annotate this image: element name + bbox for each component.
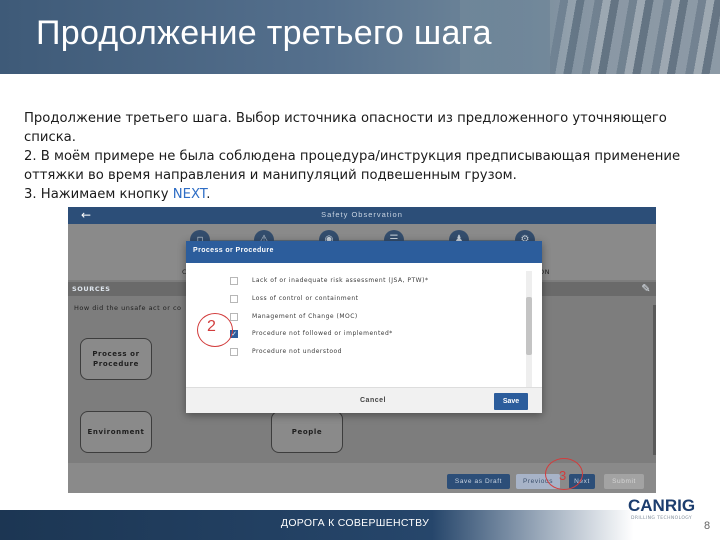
canrig-logo: CANRIG DRILLING TECHNOLOGY [628,496,698,526]
logo-tagline: DRILLING TECHNOLOGY [631,516,693,521]
option-label: Lack of or inadequate risk assessment (J… [252,277,429,284]
sources-question: How did the unsafe act or co [74,304,182,312]
save-as-draft-button[interactable]: Save as Draft [447,474,510,489]
option-label: Management of Change (MOC) [252,313,358,320]
slide-header: Продолжение третьего шага [0,0,720,74]
sources-label: SOURCES [72,285,111,293]
category-environment[interactable]: Environment [80,411,152,453]
next-keyword: NEXT [172,187,207,202]
category-people-label: People [291,428,323,436]
option-row[interactable]: Lack of or inadequate risk assessment (J… [230,276,520,288]
option-row[interactable]: Procedure not understood [230,347,520,359]
body-line-2: списка. [24,130,76,145]
page-number: 8 [704,520,711,532]
cancel-button[interactable]: Cancel [360,397,386,404]
checkbox[interactable] [230,313,238,321]
option-row[interactable]: Loss of control or containment [230,294,520,306]
category-process-or-procedure[interactable]: Process or Procedure [80,338,152,380]
option-label: Procedure not understood [252,348,342,355]
category-people[interactable]: People [271,411,343,453]
modal-title: Process or Procedure [193,247,274,254]
modal-scrollbar-thumb[interactable] [526,297,532,355]
option-row[interactable]: Management of Change (MOC) [230,312,520,324]
page-scrollbar[interactable] [653,305,656,455]
annotation-number-3: 3 [559,468,567,483]
option-label: Procedure not followed or implemented* [252,330,393,337]
checkbox[interactable] [230,348,238,356]
body-line-1: Продолжение третьего шага. Выбор источни… [24,111,667,126]
modal-footer: Cancel Save [186,387,542,413]
footer-slogan: ДОРОГА К СОВЕРШЕНСТВУ [280,517,430,529]
edit-icon[interactable]: ✎ [639,282,653,296]
modal-header: Process or Procedure [186,241,542,263]
checkbox[interactable] [230,277,238,285]
category-process-label: Process or Procedure [92,350,140,368]
slide-title: Продолжение третьего шага [36,14,492,52]
option-row[interactable]: ✓ Procedure not followed or implemented* [230,329,520,341]
body-line-3: 2. В моём примере не была соблюдена проц… [24,149,681,164]
app-title: Safety Observation [321,210,403,219]
annotation-number-2: 2 [207,318,216,335]
app-titlebar: ← Safety Observation [68,207,656,224]
body-line-5-prefix: 3. Нажимаем кнопку [24,187,173,202]
body-line-4: оттяжки во время направления и манипуляц… [24,168,517,183]
save-button[interactable]: Save [494,393,528,410]
logo-wordmark: CANRIG [628,496,696,515]
category-environment-label: Environment [87,428,145,436]
submit-button[interactable]: Submit [604,474,644,489]
option-label: Loss of control or containment [252,295,359,302]
checkbox[interactable] [230,295,238,303]
process-or-procedure-modal: Process or Procedure Lack of or inadequa… [186,241,542,413]
body-line-5: 3. Нажимаем кнопку NEXT. [24,185,704,204]
slide-body-text: Продолжение третьего шага. Выбор источни… [24,109,704,204]
body-line-5-suffix: . [206,187,211,202]
